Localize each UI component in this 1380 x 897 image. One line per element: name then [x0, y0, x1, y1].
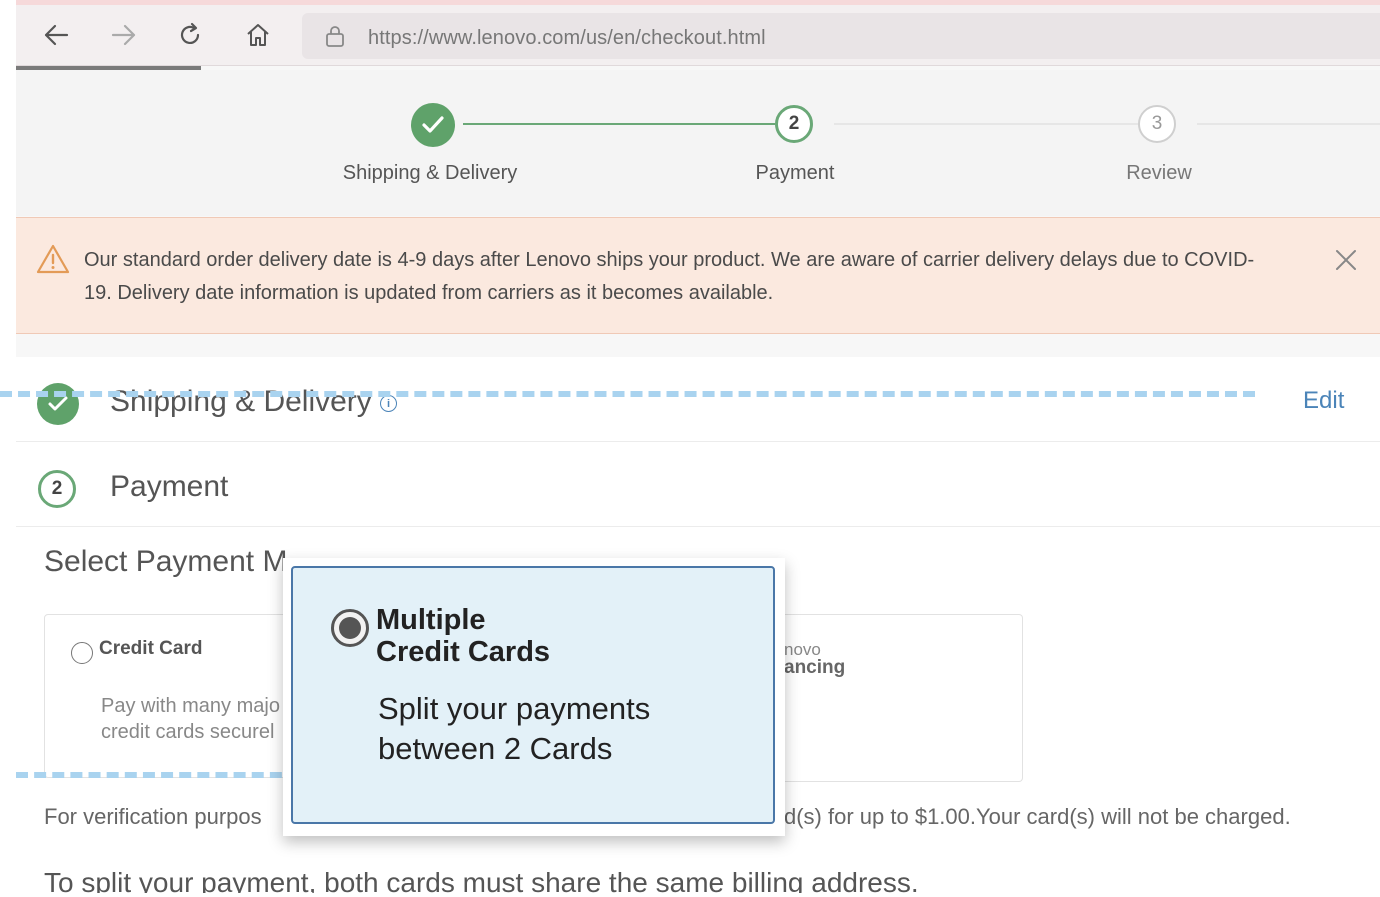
info-icon[interactable]: i [380, 395, 397, 412]
shipping-complete-check-icon [37, 383, 79, 425]
split-payment-note: To split your payment, both cards must s… [44, 867, 919, 893]
close-icon[interactable] [1334, 248, 1358, 278]
step-shipping-check-icon [411, 103, 455, 147]
credit-card-option[interactable]: Credit Card Pay with many majo credit ca… [44, 614, 296, 778]
back-arrow-icon[interactable] [40, 19, 72, 51]
multiple-cards-title: Multiple Credit Cards [376, 604, 550, 668]
multiple-cards-description: Split your payments between 2 Cards [378, 689, 650, 769]
verification-text-right: d(s) for up to $1.00.Your card(s) will n… [784, 804, 1291, 829]
financing-label: ancing [784, 657, 846, 678]
bottom-edge [0, 893, 1380, 897]
warning-triangle-icon [36, 244, 70, 279]
multiple-cards-title-line2: Credit Cards [376, 636, 551, 668]
highlight-dashed-line-bottom [16, 772, 300, 778]
credit-card-description: Pay with many majo credit cards securel [101, 695, 280, 743]
reload-icon[interactable] [174, 19, 206, 51]
payment-section-header: 2 Payment [16, 442, 1380, 527]
payment-step-number: 2 [38, 470, 76, 508]
multiple-cards-radio-selected[interactable] [331, 609, 369, 647]
lenovo-financing-option[interactable]: novo ancing [746, 614, 1023, 782]
highlight-dashed-line-top [0, 391, 1255, 397]
multiple-cards-desc-line1: Split your payments [378, 691, 651, 726]
url-text[interactable]: https://www.lenovo.com/us/en/checkout.ht… [368, 27, 766, 50]
credit-card-radio[interactable] [71, 642, 93, 664]
stepper-line-tail [1197, 123, 1380, 125]
credit-card-label: Credit Card [99, 638, 203, 659]
step-label-shipping: Shipping & Delivery [342, 162, 518, 184]
multiple-cards-title-line1: Multiple [376, 604, 486, 636]
checkout-stepper: Shipping & Delivery 2 Payment 3 Review [16, 70, 1380, 216]
verification-text-left: For verification purpos [44, 804, 262, 829]
stepper-line-complete [463, 123, 775, 125]
payment-section-title: Payment [110, 470, 229, 503]
lock-icon [324, 24, 346, 53]
step-label-payment: Payment [755, 162, 835, 184]
home-icon[interactable] [242, 19, 274, 51]
alert-message: Our standard order delivery date is 4-9 … [84, 249, 1255, 304]
step-review-number: 3 [1138, 105, 1176, 143]
shipping-delivery-section: Shipping & Delivery i Edit [16, 357, 1380, 442]
edit-shipping-link[interactable]: Edit [1303, 387, 1344, 415]
select-payment-heading: Select Payment M [44, 545, 288, 578]
browser-toolbar: https://www.lenovo.com/us/en/checkout.ht… [16, 5, 1380, 66]
multiple-credit-cards-option[interactable]: Multiple Credit Cards Split your payment… [291, 566, 775, 824]
multiple-cards-desc-line2: between 2 Cards [378, 731, 613, 766]
forward-arrow-icon[interactable] [108, 19, 140, 51]
step-label-review: Review [1126, 162, 1192, 184]
stepper-line-pending [834, 123, 1138, 125]
delivery-alert-banner: Our standard order delivery date is 4-9 … [16, 217, 1380, 334]
step-payment-number: 2 [775, 105, 813, 143]
